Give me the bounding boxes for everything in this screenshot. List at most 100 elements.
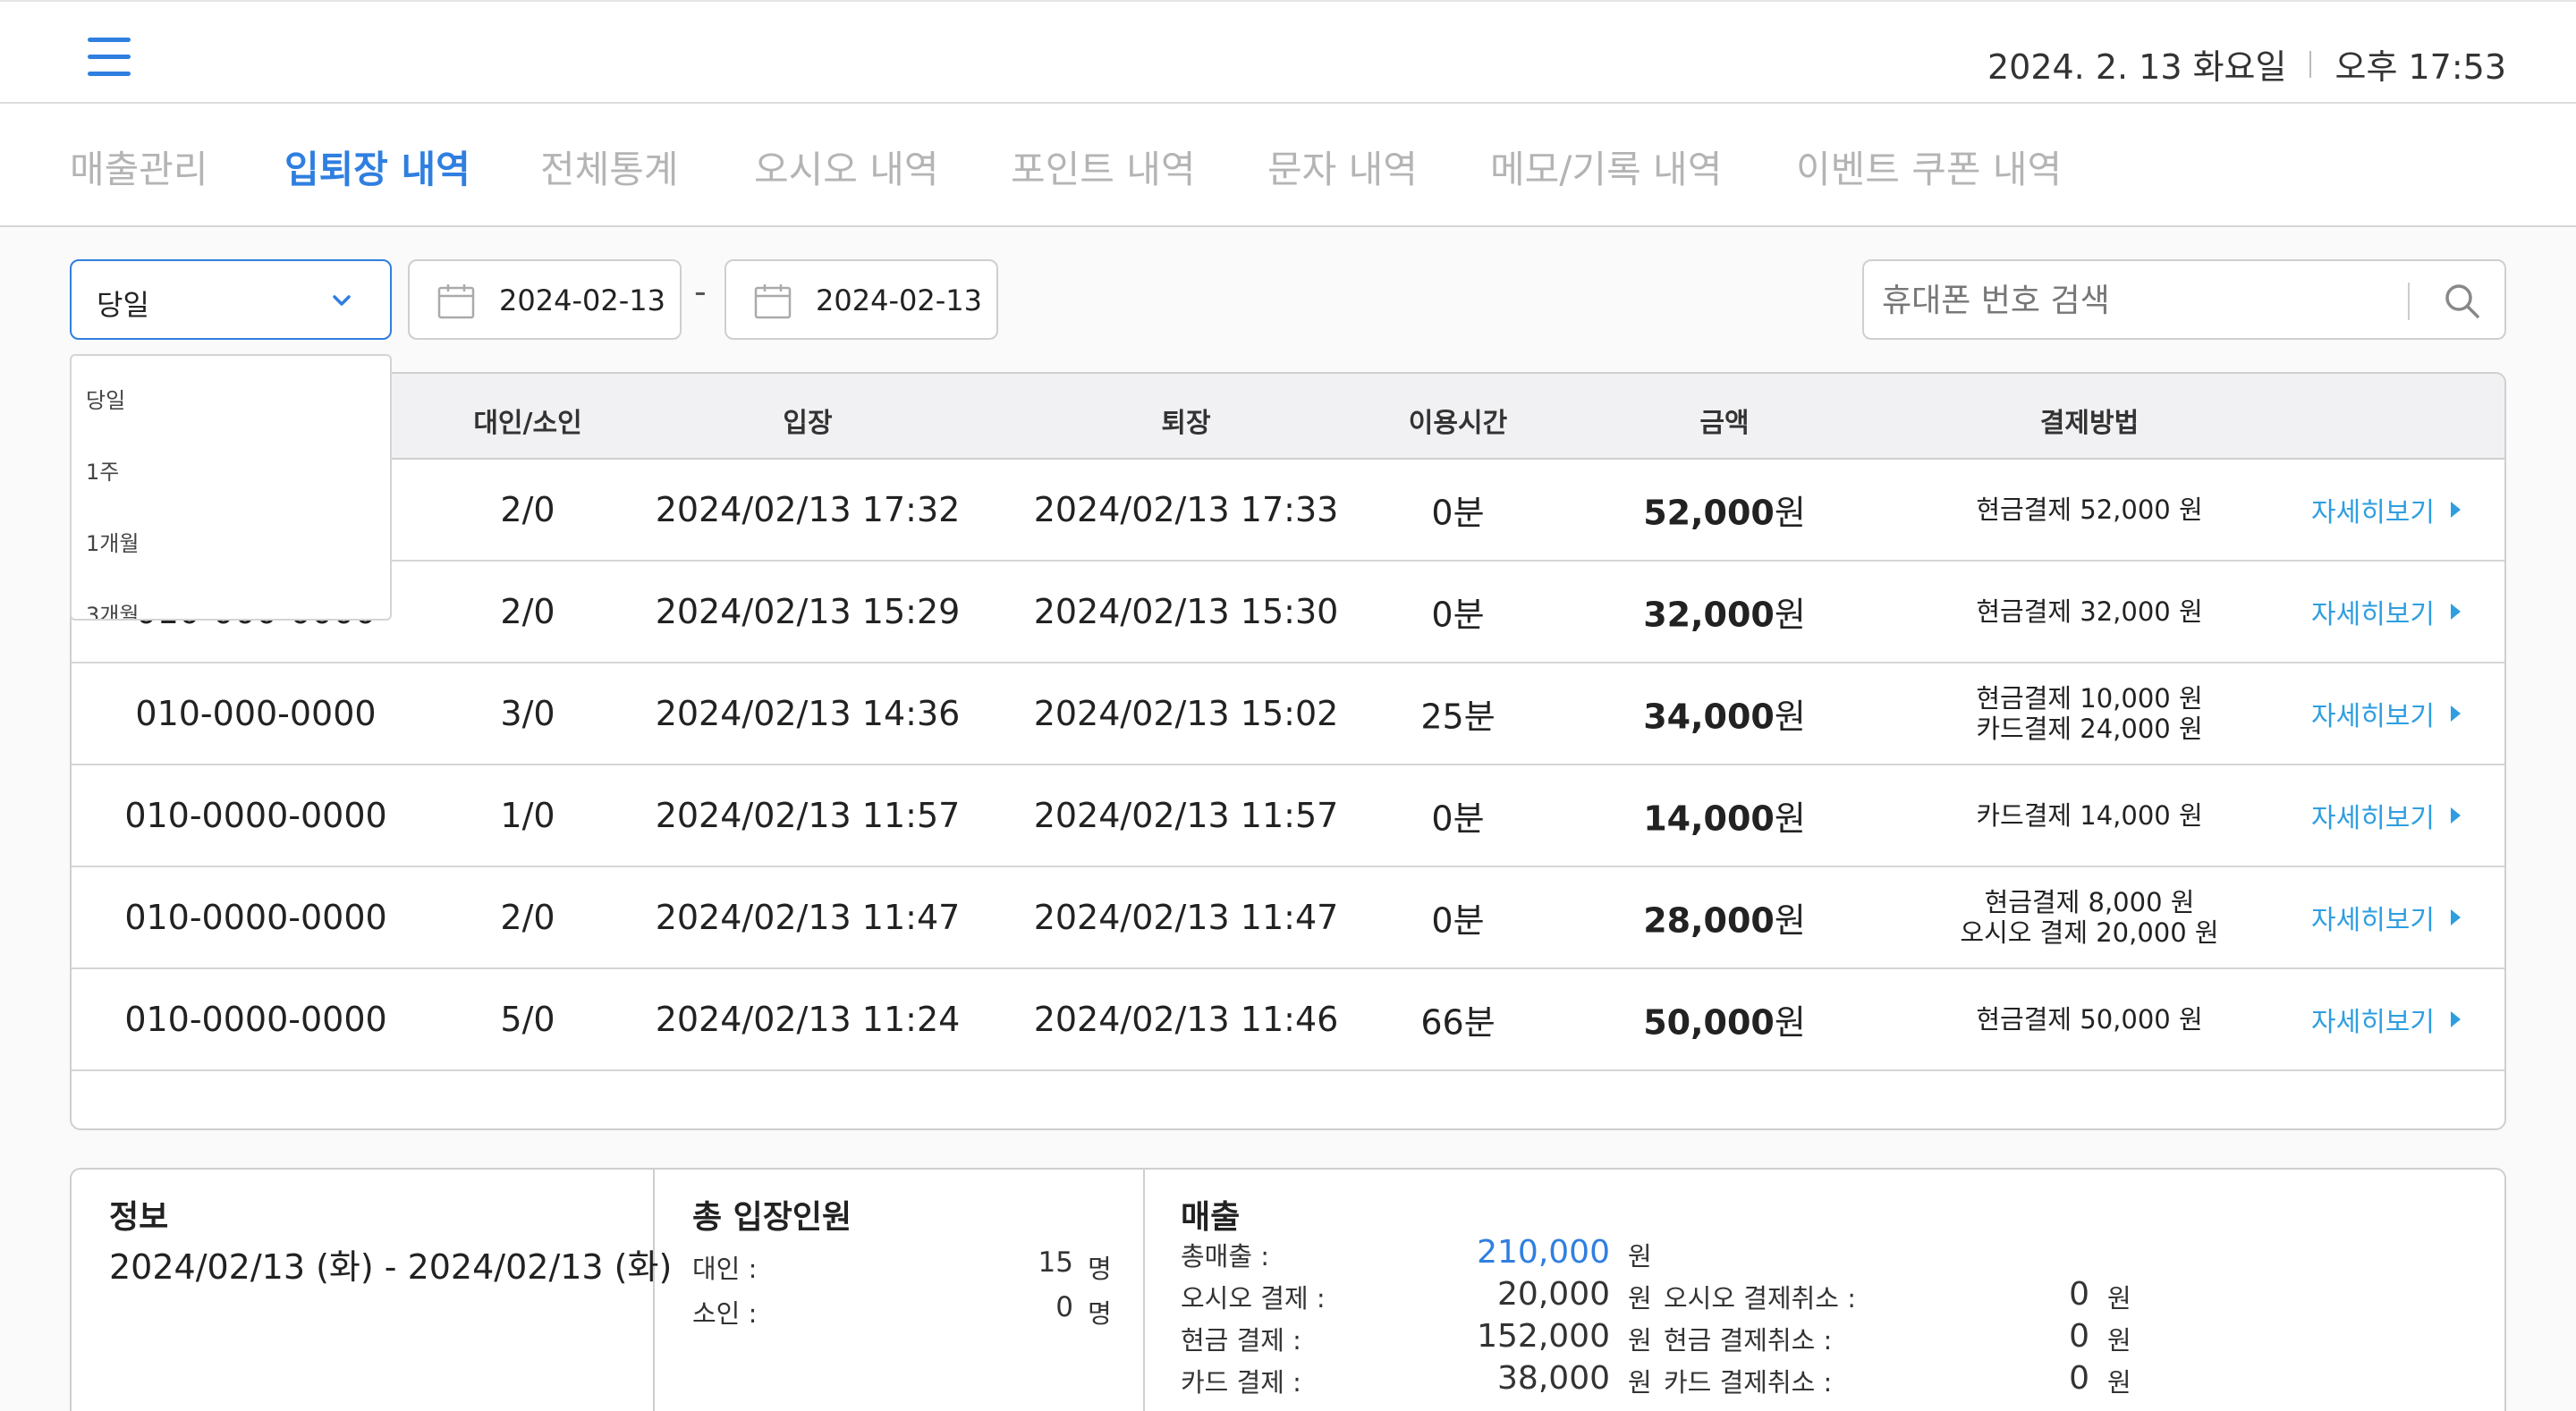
caret-right-icon: [2451, 502, 2461, 518]
period-select[interactable]: 당일: [70, 259, 392, 340]
row-duration: 25분: [1420, 697, 1496, 737]
detail-link-label: 자세히보기: [2311, 803, 2435, 834]
detail-link[interactable]: 자세히보기: [2311, 592, 2461, 631]
detail-link-label: 자세히보기: [2311, 599, 2435, 630]
row-amount: 14,000원: [1643, 791, 1806, 841]
row-payment: 현금결제 50,000 원: [1976, 1004, 2202, 1035]
row-entry-time: 2024/02/13 15:29: [655, 592, 961, 631]
detail-link[interactable]: 자세히보기: [2311, 1000, 2461, 1039]
table-row[interactable]: 010-0000-0000 2/0 2024/02/13 11:47 2024/…: [72, 867, 2504, 969]
row-amount-value: 32,000: [1643, 595, 1775, 635]
row-payment: 현금결제 32,000 원: [1976, 596, 2202, 627]
tab-memo-history[interactable]: 메모/기록 내역: [1490, 139, 1722, 194]
menu-icon[interactable]: [88, 38, 131, 77]
calendar-icon: [437, 284, 475, 319]
card-payment-value: 38,000: [1497, 1360, 1610, 1397]
card-payment-unit: 원: [1628, 1367, 1652, 1398]
row-amount-value: 52,000: [1643, 493, 1775, 533]
tab-entry-exit-history[interactable]: 입퇴장 내역: [284, 139, 470, 194]
row-phone: 010-000-0000: [135, 694, 377, 733]
calendar-icon: [754, 284, 792, 319]
row-exit-time: 2024/02/13 17:33: [1033, 490, 1339, 529]
adult-unit: 명: [1088, 1254, 1112, 1284]
row-amount-value: 50,000: [1643, 1002, 1775, 1043]
row-payment: 현금결제 10,000 원 카드결제 24,000 원: [1976, 683, 2202, 744]
caret-right-icon: [2451, 706, 2461, 722]
row-exit-time: 2024/02/13 11:57: [1033, 796, 1339, 835]
row-entry-time: 2024/02/13 11:57: [655, 796, 961, 835]
row-duration: 0분: [1431, 595, 1485, 635]
osio-cancel-value: 0: [2069, 1276, 2089, 1313]
row-people: 2/0: [500, 898, 555, 937]
date-from-picker[interactable]: 2024-02-13: [408, 259, 682, 340]
row-people: 5/0: [500, 1000, 555, 1039]
date-to-picker[interactable]: 2024-02-13: [724, 259, 998, 340]
row-amount-unit: 원: [1774, 697, 1806, 737]
tab-event-coupon-history[interactable]: 이벤트 쿠폰 내역: [1796, 139, 2062, 194]
row-exit-time: 2024/02/13 15:02: [1033, 694, 1339, 733]
tab-statistics[interactable]: 전체통계: [540, 139, 679, 194]
detail-link[interactable]: 자세히보기: [2311, 796, 2461, 835]
tab-sales-management[interactable]: 매출관리: [70, 139, 208, 194]
period-option-1-month[interactable]: 1개월: [86, 526, 139, 557]
row-duration: 66분: [1420, 1002, 1496, 1043]
detail-link-label: 자세히보기: [2311, 701, 2435, 732]
phone-search: [1862, 259, 2506, 340]
row-entry-time: 2024/02/13 17:32: [655, 490, 961, 529]
table-row[interactable]: 010-000-0000 2/0 2024/02/13 15:29 2024/0…: [72, 562, 2504, 663]
detail-link[interactable]: 자세히보기: [2311, 490, 2461, 529]
row-amount: 50,000원: [1643, 995, 1806, 1044]
row-amount-unit: 원: [1774, 595, 1806, 635]
period-selected-value: 당일: [97, 288, 149, 322]
detail-link[interactable]: 자세히보기: [2311, 694, 2461, 733]
row-duration: 0분: [1431, 900, 1485, 941]
row-amount: 32,000원: [1643, 587, 1806, 637]
row-phone: 010-0000-0000: [124, 898, 387, 937]
tab-sms-history[interactable]: 문자 내역: [1267, 139, 1418, 194]
period-dropdown-menu: 당일 1주 1개월 3개월: [70, 354, 392, 621]
row-amount: 34,000원: [1643, 689, 1806, 739]
period-option-today[interactable]: 당일: [86, 383, 125, 414]
row-payment-line-1: 현금결제 10,000 원: [1976, 683, 2203, 714]
chevron-down-icon: [333, 295, 351, 306]
row-people: 1/0: [500, 796, 555, 835]
adult-count: 15: [1038, 1246, 1073, 1279]
row-people: 3/0: [500, 694, 555, 733]
row-exit-time: 2024/02/13 15:30: [1033, 592, 1339, 631]
period-option-3-months[interactable]: 3개월: [86, 597, 139, 619]
row-payment: 현금결제 52,000 원: [1976, 494, 2202, 525]
current-date: 2024. 2. 13 화요일: [1987, 47, 2287, 87]
period-option-1-week[interactable]: 1주: [86, 454, 119, 486]
row-entry-time: 2024/02/13 14:36: [655, 694, 961, 733]
cash-cancel-unit: 원: [2107, 1325, 2131, 1356]
tab-osio-history[interactable]: 오시오 내역: [754, 139, 939, 194]
detail-link[interactable]: 자세히보기: [2311, 898, 2461, 937]
panel-divider: [1143, 1170, 1145, 1411]
header-exit: 퇴장: [1161, 408, 1211, 439]
row-payment-line-1: 현금결제 8,000 원: [1984, 887, 2195, 917]
header-amount: 금액: [1699, 408, 1750, 439]
child-unit: 명: [1088, 1298, 1112, 1329]
tab-point-history[interactable]: 포인트 내역: [1011, 139, 1196, 194]
detail-link-label: 자세히보기: [2311, 497, 2435, 528]
row-amount-unit: 원: [1774, 493, 1806, 533]
info-date-range: 2024/02/13 (화) - 2024/02/13 (화): [109, 1247, 673, 1287]
table-row[interactable]: 010-0000-0000 1/0 2024/02/13 11:57 2024/…: [72, 765, 2504, 867]
row-payment: 현금결제 8,000 원 오시오 결제 20,000 원: [1960, 887, 2218, 948]
cash-payment-label: 현금 결제 :: [1181, 1325, 1301, 1356]
sales-title: 매출: [1181, 1199, 1241, 1236]
table-row[interactable]: 010-0000-0000 5/0 2024/02/13 11:24 2024/…: [72, 969, 2504, 1071]
row-amount: 52,000원: [1643, 486, 1806, 535]
header-entry: 입장: [783, 408, 833, 439]
phone-search-input[interactable]: [1882, 275, 2454, 325]
row-people: 2/0: [500, 592, 555, 631]
search-icon[interactable]: [2442, 281, 2483, 322]
header-payment: 결제방법: [2039, 408, 2140, 439]
table-row[interactable]: 2/0 2024/02/13 17:32 2024/02/13 17:33 0분…: [72, 460, 2504, 562]
card-cancel-value: 0: [2069, 1360, 2089, 1397]
row-phone: 010-0000-0000: [124, 1000, 387, 1039]
row-amount: 28,000원: [1643, 893, 1806, 942]
table-row[interactable]: 010-000-0000 3/0 2024/02/13 14:36 2024/0…: [72, 663, 2504, 765]
info-title: 정보: [109, 1199, 169, 1236]
visitors-title: 총 입장인원: [692, 1199, 852, 1236]
